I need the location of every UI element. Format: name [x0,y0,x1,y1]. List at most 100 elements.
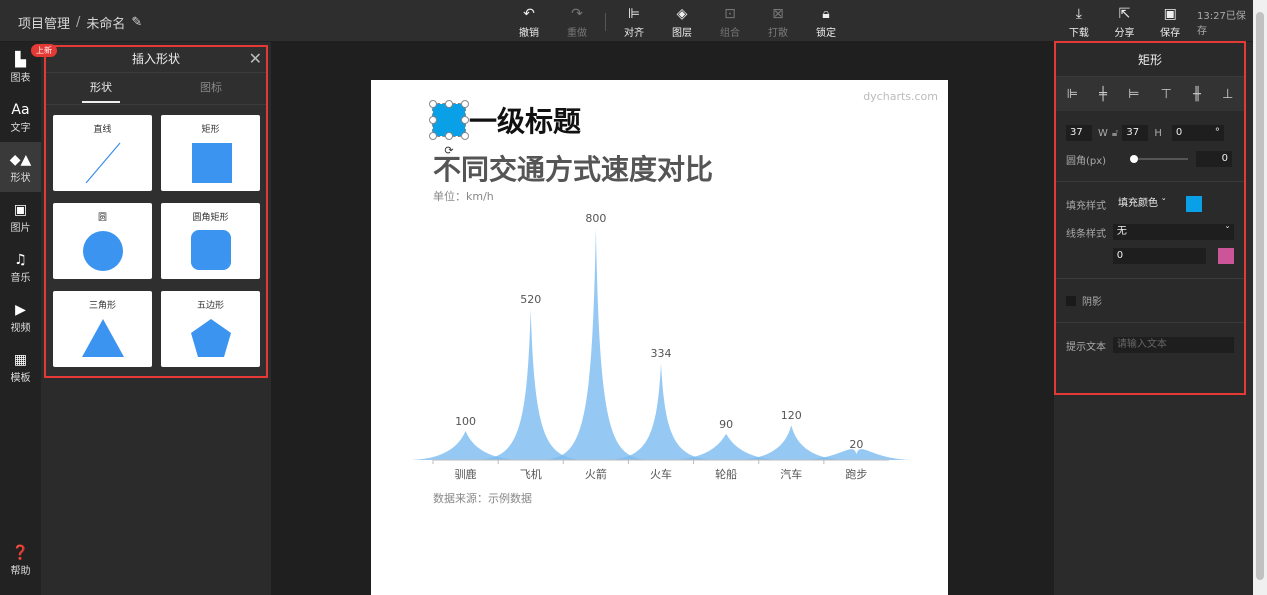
resize-handle[interactable] [429,132,437,140]
document-name[interactable]: 未命名 [86,13,125,32]
data-label-6: 20 [849,438,863,451]
resize-handle[interactable] [461,132,469,140]
resize-handle[interactable] [429,100,437,108]
area-peak-3 [602,363,720,460]
toolbar-button-3[interactable]: ◈ 图层 [658,4,706,40]
sidebar-item-3[interactable]: ▣ 图片 [0,192,41,242]
resize-handle[interactable] [445,132,453,140]
top-bar: 项目管理 / 未命名 ✎ ↶ 撤销 ↷ 重做 ⊫ 对齐 ◈ 图层 ⊡ 组合 ⊠ 打散 🔒︎ 锁定 ⤓ 下载 … [0,0,1253,42]
hint-label: 提示文本 [1066,341,1106,353]
fill-color-swatch[interactable] [1186,196,1202,212]
sidebar-icon: ◆▲ [9,151,32,168]
stroke-color-swatch[interactable] [1218,248,1234,264]
rounded-rect-shape-icon [190,230,231,270]
sidebar-item-2[interactable]: ◆▲ 形状 [0,142,41,192]
toolbar-button-5[interactable]: ⊠ 打散 [754,4,802,40]
toolbar-button-1[interactable]: ↷ 重做 [553,4,601,40]
chart-source[interactable]: 数据来源：示例数据 [433,490,532,506]
shape-rect[interactable]: 矩形 [161,115,260,191]
scrollbar-thumb[interactable] [1256,12,1264,580]
toolbar-button-0[interactable]: ↶ 撤销 [505,4,553,40]
chart-title[interactable]: 不同交通方式速度对比 [433,148,713,188]
page-scrollbar[interactable] [1253,0,1267,595]
hint-row: 提示文本 请输入文本 [1056,337,1244,353]
resize-handle[interactable] [461,100,469,108]
stroke-row: 线条样式 无ˇ [1056,224,1244,240]
sidebar-item-6[interactable]: ▦ 模板 [0,342,41,392]
data-label-5: 120 [781,409,802,422]
download-button[interactable]: ⤓ 下载 [1056,4,1102,40]
left-sidebar: ▙ 图表 Aa 文字 ◆▲ 形状 ▣ 图片 ♫ 音乐 ▶ 视频 ▦ 模板 ❓ 帮助 [0,42,41,595]
data-label-0: 100 [455,415,476,428]
shadow-checkbox[interactable] [1066,295,1076,306]
radius-slider[interactable] [1130,154,1188,164]
hint-input[interactable]: 请输入文本 [1112,337,1234,353]
align-toolbar: ⊫ ╪ ⊨ ⊤ ╫ ⊥ [1056,77,1244,111]
toolbar-icon: ↷ [571,5,583,22]
align-center-h-icon[interactable]: ╪ [1099,87,1107,102]
resize-handle[interactable] [461,116,469,124]
tab-icon[interactable]: 图标 [156,73,266,104]
stroke-width-input[interactable]: 0 [1112,248,1207,264]
shape-pentagon[interactable]: 五边形 [161,291,260,367]
toolbar-icon: ⊫ [627,5,641,22]
sidebar-item-4[interactable]: ♫ 音乐 [0,242,41,292]
height-label: H [1154,127,1162,139]
width-input[interactable]: 37 [1066,125,1092,141]
area-chart[interactable]: 100 驯鹿 520 飞机 800 火箭 334 火车 90 轮船 120 汽车 20 跑步 [371,200,948,490]
radius-input[interactable]: 0 [1196,151,1232,167]
radius-label: 圆角(px) [1066,155,1107,167]
share-button[interactable]: ⇱ 分享 [1102,4,1148,40]
close-icon[interactable]: ✕ [249,47,262,71]
toolbar-button-2[interactable]: ⊫ 对齐 [610,4,658,40]
area-peak-1 [472,309,590,460]
toolbar-button-4[interactable]: ⊡ 组合 [706,4,754,40]
help-icon: ❓ [11,544,30,561]
sidebar-item-1[interactable]: Aa 文字 [0,92,41,142]
breadcrumb-project[interactable]: 项目管理 [18,13,70,32]
align-bottom-icon[interactable]: ⊥ [1222,87,1233,102]
lock-ratio-icon[interactable]: 🔓︎ [1112,128,1118,139]
data-label-3: 334 [651,347,672,360]
radius-row: 圆角(px) 0 [1056,151,1244,167]
property-title: 矩形 [1056,43,1244,77]
shape-line[interactable]: 直线 [53,115,152,191]
panel-title: 插入形状 [131,52,180,66]
toolbar-icon: ⊠ [772,5,784,22]
edit-icon[interactable]: ✎ [131,15,142,30]
x-tick-label-3: 火车 [650,467,672,481]
stroke-width-row: 0 [1056,248,1244,264]
fill-style-select[interactable]: 填充颜色 ˇ [1114,196,1176,212]
stroke-style-select[interactable]: 无ˇ [1112,224,1234,240]
height-input[interactable]: 37 [1122,125,1149,141]
shape-rounded-rect[interactable]: 圆角矩形 [161,203,260,279]
shape-circle[interactable]: 圆 [53,203,152,279]
x-tick-label-0: 驯鹿 [455,467,477,481]
rotation-input[interactable]: 0 ° [1171,125,1224,141]
sidebar-icon: ▦ [13,351,28,368]
save-button[interactable]: ▣ 保存 [1147,4,1193,40]
shape-triangle[interactable]: 三角形 [53,291,152,367]
align-center-v-icon[interactable]: ╫ [1193,87,1201,102]
resize-handle[interactable] [445,100,453,108]
sidebar-item-5[interactable]: ▶ 视频 [0,292,41,342]
align-top-icon[interactable]: ⊤ [1161,87,1172,102]
align-right-icon[interactable]: ⊨ [1128,87,1139,102]
x-tick-label-1: 飞机 [520,467,542,481]
toolbar-button-6[interactable]: 🔒︎ 锁定 [802,4,850,40]
x-tick-label-6: 跑步 [845,467,867,481]
circle-shape-icon [82,231,123,271]
sidebar-icon: Aa [11,101,30,118]
tab-shape[interactable]: 形状 [46,73,156,104]
rect-shape-icon [191,143,232,183]
insert-shape-panel: 上新 插入形状 ✕ 形状 图标 直线 矩形 圆 圆角矩形 三角形 五边形 [31,44,268,378]
resize-handle[interactable] [429,116,437,124]
heading-text[interactable]: 一级标题 [469,100,581,140]
help-button[interactable]: ❓ 帮助 [0,535,41,585]
watermark: dycharts.com [863,90,938,103]
shape-grid: 直线 矩形 圆 圆角矩形 三角形 五边形 [46,105,266,377]
toolbar-icon: ⊡ [724,5,736,22]
align-left-icon[interactable]: ⊫ [1067,87,1078,102]
shadow-label: 阴影 [1082,297,1102,308]
width-label: W [1098,127,1108,139]
